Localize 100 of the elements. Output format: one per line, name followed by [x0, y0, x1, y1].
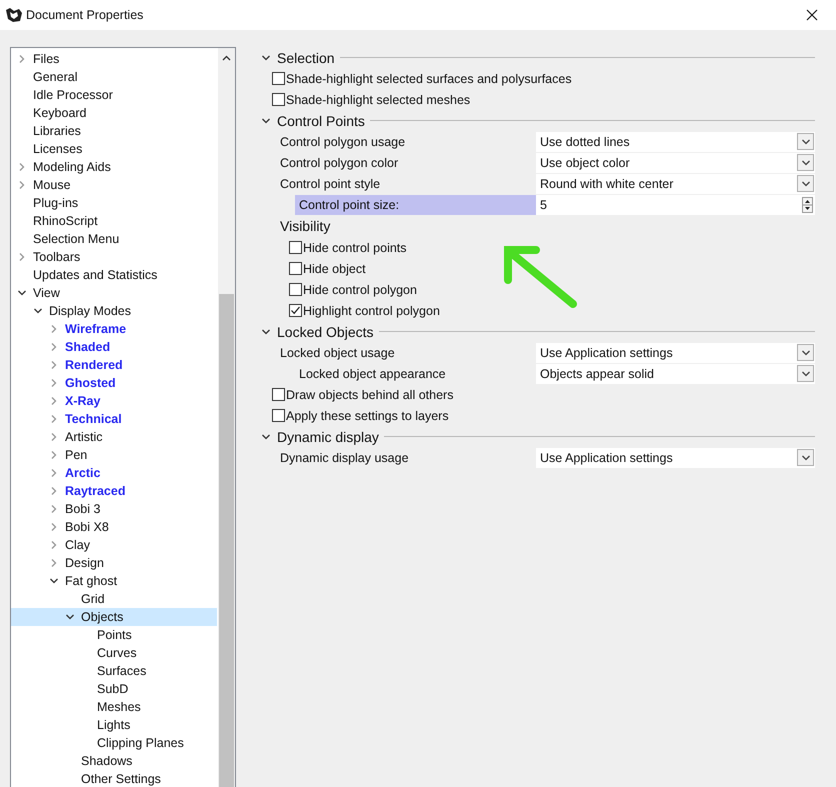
tree-item[interactable]: Updates and Statistics: [33, 268, 158, 282]
tree-item[interactable]: RhinoScript: [33, 214, 98, 228]
expand-chevron-icon[interactable]: [49, 486, 59, 496]
expand-chevron-icon[interactable]: [49, 450, 59, 460]
checkbox[interactable]: [289, 241, 302, 254]
dropdown-chevron-icon[interactable]: [800, 452, 810, 462]
tree-item[interactable]: Raytraced: [65, 484, 126, 498]
tree-item[interactable]: Clay: [65, 538, 90, 552]
dropdown[interactable]: Use Application settings: [536, 448, 815, 468]
tree-item[interactable]: Rendered: [65, 358, 123, 372]
tree-item[interactable]: Technical: [65, 412, 122, 426]
tree-item[interactable]: Clipping Planes: [97, 736, 184, 750]
tree-item[interactable]: Libraries: [33, 124, 81, 138]
dropdown[interactable]: Use dotted lines: [536, 132, 815, 152]
tree-item[interactable]: Bobi 3: [65, 502, 100, 516]
dropdown-chevron-icon[interactable]: [800, 136, 810, 146]
expand-chevron-icon[interactable]: [49, 540, 59, 550]
tree-item[interactable]: Shaded: [65, 340, 110, 354]
scroll-up-icon[interactable]: [222, 55, 231, 61]
dropdown-chevron-icon[interactable]: [800, 368, 810, 378]
expand-chevron-icon[interactable]: [49, 342, 59, 352]
checkbox[interactable]: [272, 72, 285, 85]
expand-chevron-icon[interactable]: [49, 324, 59, 334]
checkbox[interactable]: [289, 283, 302, 296]
tree-item[interactable]: Bobi X8: [65, 520, 109, 534]
tree-item[interactable]: Meshes: [97, 700, 141, 714]
expand-chevron-icon[interactable]: [49, 378, 59, 388]
tree-item[interactable]: Other Settings: [81, 772, 161, 786]
collapse-chevron-icon[interactable]: [33, 306, 43, 316]
tree-item[interactable]: View: [33, 286, 60, 300]
expand-chevron-icon[interactable]: [49, 360, 59, 370]
property-label: Control polygon color: [280, 154, 400, 172]
expand-chevron-icon[interactable]: [17, 180, 27, 190]
expand-chevron-icon[interactable]: [17, 54, 27, 64]
collapse-chevron-icon[interactable]: [261, 326, 271, 336]
tree-item[interactable]: General: [33, 70, 78, 84]
tree-item[interactable]: Keyboard: [33, 106, 87, 120]
checkbox[interactable]: [272, 93, 285, 106]
checkbox[interactable]: [272, 409, 285, 422]
tree-item[interactable]: Files: [33, 52, 60, 66]
expand-chevron-icon[interactable]: [49, 558, 59, 568]
tree-item[interactable]: Pen: [65, 448, 88, 462]
tree-item[interactable]: Shadows: [81, 754, 132, 768]
tree-item[interactable]: Wireframe: [65, 322, 126, 336]
tree-item[interactable]: Arctic: [65, 466, 100, 480]
spinner-arrows-icon[interactable]: [802, 196, 813, 212]
tree-item[interactable]: Selection Menu: [33, 232, 120, 246]
dropdown[interactable]: Use Application settings: [536, 342, 815, 362]
expand-chevron-icon[interactable]: [49, 522, 59, 532]
tree-item[interactable]: Idle Processor: [33, 88, 113, 102]
dropdown[interactable]: Round with white center: [536, 174, 815, 194]
number-field[interactable]: 5: [536, 194, 815, 214]
checkbox-label: Shade-highlight selected meshes: [286, 92, 470, 106]
tree-item[interactable]: Plug-ins: [33, 196, 78, 210]
tree-item[interactable]: Grid: [81, 592, 105, 606]
dropdown-chevron-icon[interactable]: [800, 178, 810, 188]
property-label: Locked object appearance: [298, 366, 447, 383]
tree-item[interactable]: Artistic: [65, 430, 102, 444]
tree-item[interactable]: SubD: [97, 682, 128, 696]
dropdown[interactable]: Objects appear solid: [536, 364, 815, 384]
scrollbar[interactable]: [218, 48, 235, 787]
tree-item[interactable]: Ghosted: [65, 376, 116, 390]
expand-chevron-icon[interactable]: [49, 414, 59, 424]
collapse-chevron-icon[interactable]: [261, 432, 271, 442]
tree-item[interactable]: Modeling Aids: [33, 160, 111, 174]
scrollbar-thumb[interactable]: [219, 294, 234, 787]
dropdown-chevron-icon[interactable]: [800, 158, 810, 168]
checkbox[interactable]: [272, 388, 285, 401]
close-icon[interactable]: [806, 9, 818, 21]
expand-chevron-icon[interactable]: [17, 162, 27, 172]
checkbox[interactable]: [289, 262, 302, 275]
tree-item[interactable]: Surfaces: [97, 664, 146, 678]
collapse-chevron-icon[interactable]: [49, 576, 59, 586]
dropdown-chevron-icon[interactable]: [800, 348, 810, 358]
tree-item[interactable]: Toolbars: [33, 250, 80, 264]
expand-chevron-icon[interactable]: [49, 468, 59, 478]
expand-chevron-icon[interactable]: [49, 396, 59, 406]
selected-tree-row[interactable]: Objects: [11, 608, 217, 626]
checkbox-label: Highlight control polygon: [303, 304, 440, 318]
tree-item[interactable]: Curves: [97, 646, 137, 660]
tree-item[interactable]: Points: [97, 628, 132, 642]
dropdown[interactable]: Use object color: [536, 152, 815, 172]
expand-chevron-icon[interactable]: [17, 252, 27, 262]
checkbox[interactable]: [289, 304, 302, 317]
expand-chevron-icon[interactable]: [49, 432, 59, 442]
collapse-chevron-icon[interactable]: [261, 116, 271, 126]
expand-chevron-icon[interactable]: [49, 504, 59, 514]
tree-item[interactable]: Fat ghost: [65, 574, 118, 588]
tree-item[interactable]: Display Modes: [49, 304, 131, 318]
checkbox-label: Apply these settings to layers: [286, 408, 449, 422]
tree-item[interactable]: Lights: [97, 718, 130, 732]
tree-item[interactable]: X-Ray: [65, 394, 100, 408]
collapse-chevron-icon[interactable]: [261, 52, 271, 62]
collapse-chevron-icon[interactable]: [65, 612, 75, 622]
tree-item[interactable]: Licenses: [33, 142, 82, 156]
tree-item[interactable]: Mouse: [33, 178, 71, 192]
tree-item[interactable]: Design: [65, 556, 104, 570]
property-label: Dynamic display usage: [280, 450, 410, 467]
collapse-chevron-icon[interactable]: [17, 288, 27, 298]
property-label: Control polygon usage: [280, 134, 406, 151]
